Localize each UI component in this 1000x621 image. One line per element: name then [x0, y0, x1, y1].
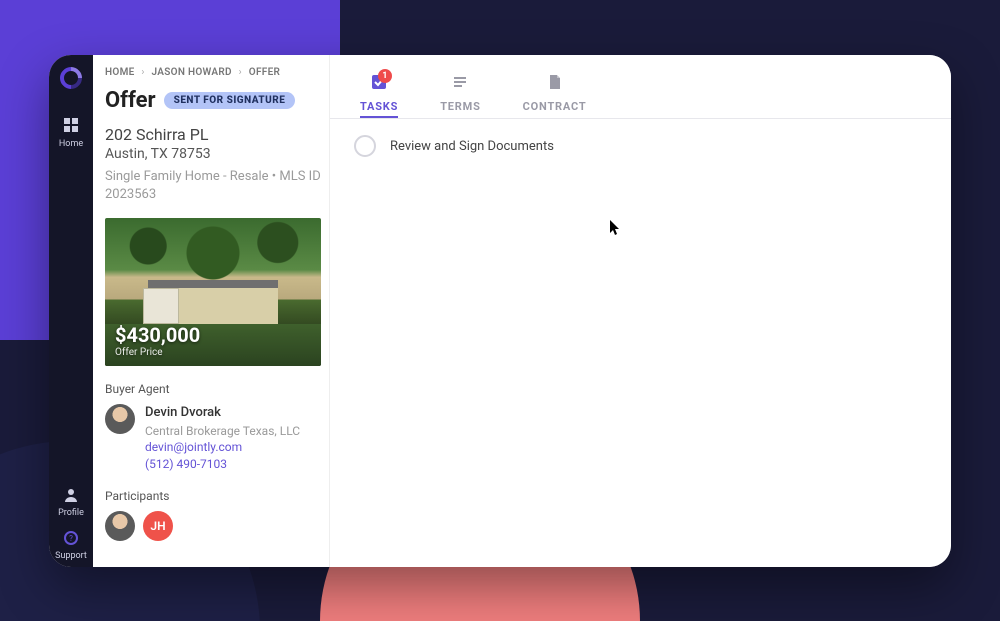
- breadcrumb-home[interactable]: HOME: [105, 67, 135, 78]
- tab-label: CONTRACT: [523, 100, 587, 113]
- tab-terms[interactable]: TERMS: [440, 73, 480, 118]
- profile-icon: [64, 487, 78, 506]
- document-icon: [546, 73, 564, 96]
- svg-text:?: ?: [69, 534, 73, 543]
- notification-badge: 1: [378, 69, 392, 83]
- task-checkbox[interactable]: [354, 135, 376, 157]
- nav-profile[interactable]: Profile: [49, 481, 93, 524]
- nav-home-label: Home: [59, 139, 83, 149]
- property-meta: Single Family Home - Resale • MLS ID 202…: [105, 168, 321, 204]
- support-icon: ?: [64, 530, 78, 549]
- main-area: TASKS1TERMSCONTRACT Review and Sign Docu…: [329, 55, 951, 567]
- participants-label: Participants: [105, 489, 321, 503]
- breadcrumb-person[interactable]: JASON HOWARD: [151, 67, 231, 78]
- agent-company: Central Brokerage Texas, LLC: [145, 423, 300, 440]
- list-icon: [451, 73, 469, 96]
- tab-label: TERMS: [440, 100, 480, 113]
- status-badge: SENT FOR SIGNATURE: [164, 92, 296, 109]
- offer-price: $430,000: [115, 323, 200, 347]
- nav-home[interactable]: Home: [49, 111, 93, 155]
- page-title: Offer: [105, 88, 156, 113]
- nav-support[interactable]: ? Support: [49, 524, 93, 567]
- participants-row: JH: [105, 511, 321, 541]
- task-item[interactable]: Review and Sign Documents: [354, 135, 927, 157]
- property-address-line2: Austin, TX 78753: [105, 146, 321, 162]
- tab-contract[interactable]: CONTRACT: [523, 73, 587, 118]
- task-label: Review and Sign Documents: [390, 139, 554, 154]
- agent-phone-link[interactable]: (512) 490-7103: [145, 456, 300, 473]
- agent-email-link[interactable]: devin@jointly.com: [145, 439, 300, 456]
- chevron-right-icon: ›: [239, 67, 242, 78]
- app-window: Home Profile ? Support HOME ›: [49, 55, 951, 567]
- nav-rail: Home Profile ? Support: [49, 55, 93, 567]
- task-list: Review and Sign Documents: [330, 119, 951, 173]
- breadcrumb: HOME › JASON HOWARD › OFFER: [105, 67, 321, 78]
- offer-price-label: Offer Price: [115, 347, 200, 358]
- buyer-agent-row: Devin Dvorak Central Brokerage Texas, LL…: [105, 404, 321, 473]
- app-logo-icon: [55, 62, 86, 93]
- chevron-right-icon: ›: [141, 67, 144, 78]
- detail-panel: HOME › JASON HOWARD › OFFER Offer SENT F…: [93, 55, 329, 567]
- tab-label: TASKS: [360, 100, 398, 113]
- agent-name: Devin Dvorak: [145, 404, 300, 422]
- buyer-agent-label: Buyer Agent: [105, 382, 321, 396]
- tab-bar: TASKS1TERMSCONTRACT: [330, 55, 951, 119]
- participant-avatar[interactable]: [105, 511, 135, 541]
- participant-avatar[interactable]: JH: [143, 511, 173, 541]
- property-address-line1: 202 Schirra PL: [105, 125, 321, 144]
- breadcrumb-current: OFFER: [249, 67, 280, 78]
- nav-profile-label: Profile: [58, 508, 84, 518]
- tab-tasks[interactable]: TASKS1: [360, 73, 398, 118]
- property-photo[interactable]: $430,000 Offer Price: [105, 218, 321, 366]
- agent-avatar[interactable]: [105, 404, 135, 434]
- home-icon: [63, 117, 79, 137]
- nav-support-label: Support: [55, 551, 87, 561]
